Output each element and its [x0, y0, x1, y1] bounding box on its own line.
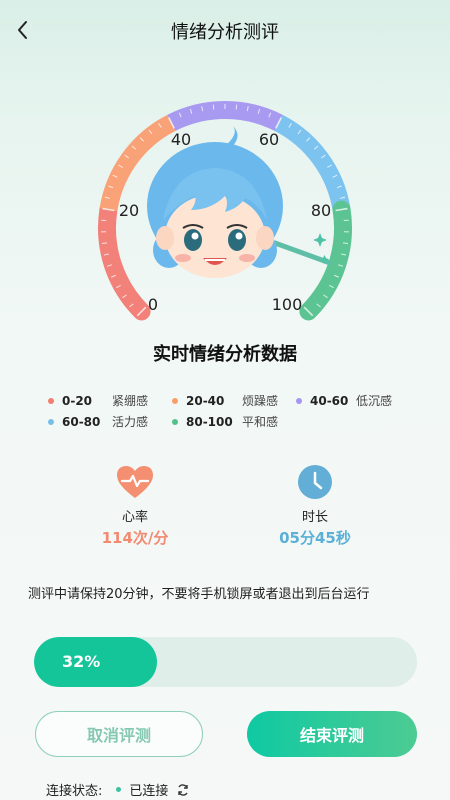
tick-label-60: 60: [259, 130, 279, 149]
page-title: 情绪分析测评: [171, 22, 279, 43]
tick-label-20: 20: [119, 201, 139, 220]
legend-range: 80-100: [186, 414, 233, 429]
gauge-segment: [167, 101, 283, 131]
duration-value: 05分45秒: [279, 529, 351, 547]
legend-item: 0-20 紧绷感: [48, 392, 148, 409]
duration-metric: 时长 05分45秒: [265, 464, 365, 548]
heart-rate-unit: 次/分: [132, 529, 169, 547]
refresh-icon[interactable]: [176, 783, 190, 797]
gauge-tick: [101, 242, 108, 245]
heart-icon: [117, 466, 153, 498]
notice-text: 测评中请保持20分钟，不要将手机锁屏或者退出到后台运行: [28, 587, 370, 602]
clock-icon: [298, 465, 332, 499]
legend-item: 40-60 低沉感: [296, 392, 392, 409]
emotion-gauge: 0 20 40 60 80 100: [85, 88, 365, 328]
duration-label: 时长: [301, 510, 328, 525]
gauge-tick: [342, 242, 349, 245]
heart-rate-label: 心率: [121, 510, 148, 525]
connection-status-value: 已连接: [129, 784, 169, 799]
emotion-legend: 0-20 紧绷感 20-40 烦躁感 40-60 低沉感 60-80 活力感 8…: [0, 392, 450, 432]
progress-bar: 32%: [34, 637, 417, 687]
legend-name: 平和感: [242, 415, 279, 429]
progress-label: 32%: [62, 652, 101, 671]
heart-rate-value: 114次/分: [85, 527, 185, 548]
legend-dot: [172, 418, 178, 425]
connection-status-label: 连接状态:: [46, 784, 103, 799]
legend-item: 80-100 平和感: [172, 413, 278, 430]
gauge-segment: [274, 114, 351, 212]
legend-dot: [172, 397, 178, 404]
cancel-assessment-button[interactable]: 取消评测: [35, 711, 203, 757]
legend-dot: [48, 418, 54, 425]
section-title: 实时情绪分析数据: [153, 344, 297, 365]
legend-item: 20-40 烦躁感: [172, 392, 278, 409]
legend-name: 烦躁感: [242, 394, 279, 408]
tick-label-0: 0: [148, 295, 158, 314]
tick-label-80: 80: [311, 201, 331, 220]
legend-item: 60-80 活力感: [48, 413, 148, 430]
legend-range: 0-20: [62, 393, 93, 408]
heart-rate-number: 114: [101, 529, 133, 547]
gauge-needle-icon: [272, 233, 333, 266]
legend-dot: [296, 397, 302, 404]
legend-range: 40-60: [310, 393, 349, 408]
legend-name: 紧绷感: [112, 394, 149, 408]
legend-name: 低沉感: [356, 394, 393, 408]
legend-dot: [48, 397, 54, 404]
legend-range: 60-80: [62, 414, 101, 429]
tick-label-100: 100: [272, 295, 303, 314]
heart-rate-metric: 心率 114次/分: [85, 464, 185, 548]
header: 情绪分析测评: [0, 0, 450, 62]
tick-label-40: 40: [171, 130, 191, 149]
connected-dot-icon: [116, 787, 122, 792]
legend-name: 活力感: [112, 415, 149, 429]
end-assessment-button[interactable]: 结束评测: [247, 711, 417, 757]
connection-status: 连接状态: 已连接: [46, 780, 190, 799]
legend-range: 20-40: [186, 393, 225, 408]
